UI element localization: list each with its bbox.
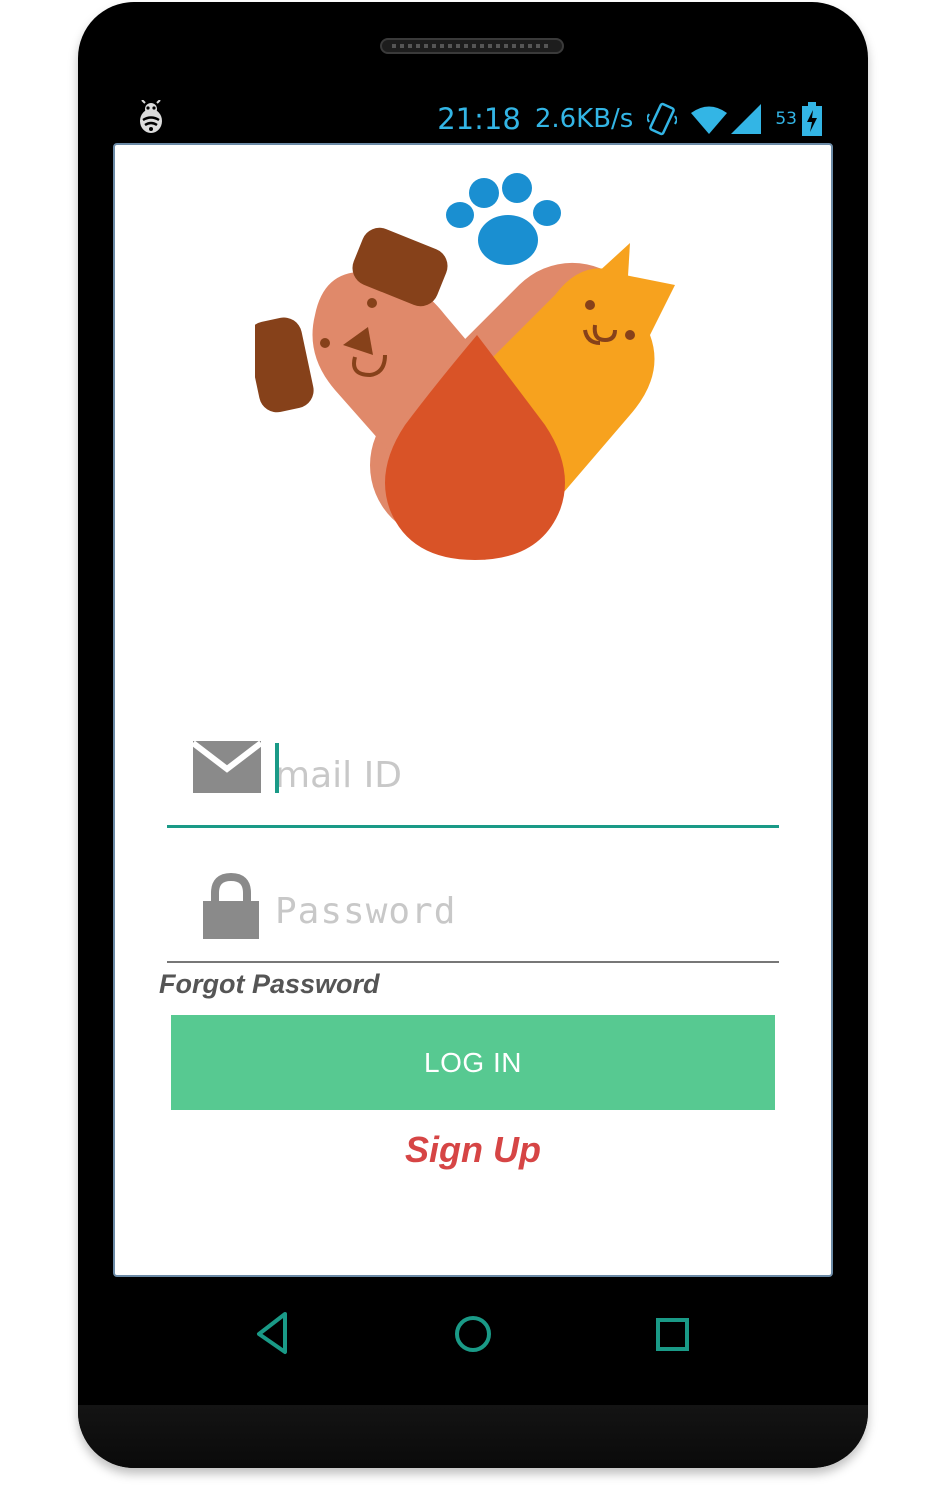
earpiece-speaker bbox=[380, 38, 564, 54]
paw-icon bbox=[446, 173, 561, 265]
lock-icon bbox=[203, 873, 259, 939]
envelope-icon bbox=[193, 741, 263, 793]
pet-heart-logo bbox=[255, 173, 675, 560]
login-button[interactable]: LOG IN bbox=[171, 1015, 775, 1110]
bug-icon bbox=[140, 100, 162, 133]
app-screen: Forgot Password LOG IN Sign Up bbox=[113, 143, 833, 1277]
vibrate-icon bbox=[647, 102, 678, 136]
home-icon[interactable] bbox=[443, 1300, 503, 1360]
email-input[interactable] bbox=[275, 749, 755, 801]
wifi-icon bbox=[691, 106, 728, 134]
text-cursor bbox=[275, 743, 279, 793]
signal-icon bbox=[731, 104, 762, 134]
navigation-bar bbox=[113, 1290, 833, 1370]
signup-link[interactable]: Sign Up bbox=[115, 1129, 831, 1171]
status-bar: 21:18 2.6KB/s 53 bbox=[115, 96, 831, 142]
battery-charging-icon bbox=[802, 102, 822, 136]
network-speed: 2.6KB/s bbox=[534, 104, 634, 134]
forgot-password-link[interactable]: Forgot Password bbox=[159, 969, 380, 1000]
battery-level: 53 bbox=[775, 109, 797, 129]
recents-icon[interactable] bbox=[643, 1300, 703, 1360]
back-icon[interactable] bbox=[243, 1300, 303, 1360]
status-right-group: 21:18 2.6KB/s 53 bbox=[437, 96, 823, 142]
password-input[interactable] bbox=[275, 885, 755, 937]
password-field-row bbox=[167, 871, 779, 963]
status-time: 21:18 bbox=[437, 102, 521, 136]
email-field-row bbox=[167, 735, 779, 828]
phone-chin bbox=[78, 1405, 868, 1468]
